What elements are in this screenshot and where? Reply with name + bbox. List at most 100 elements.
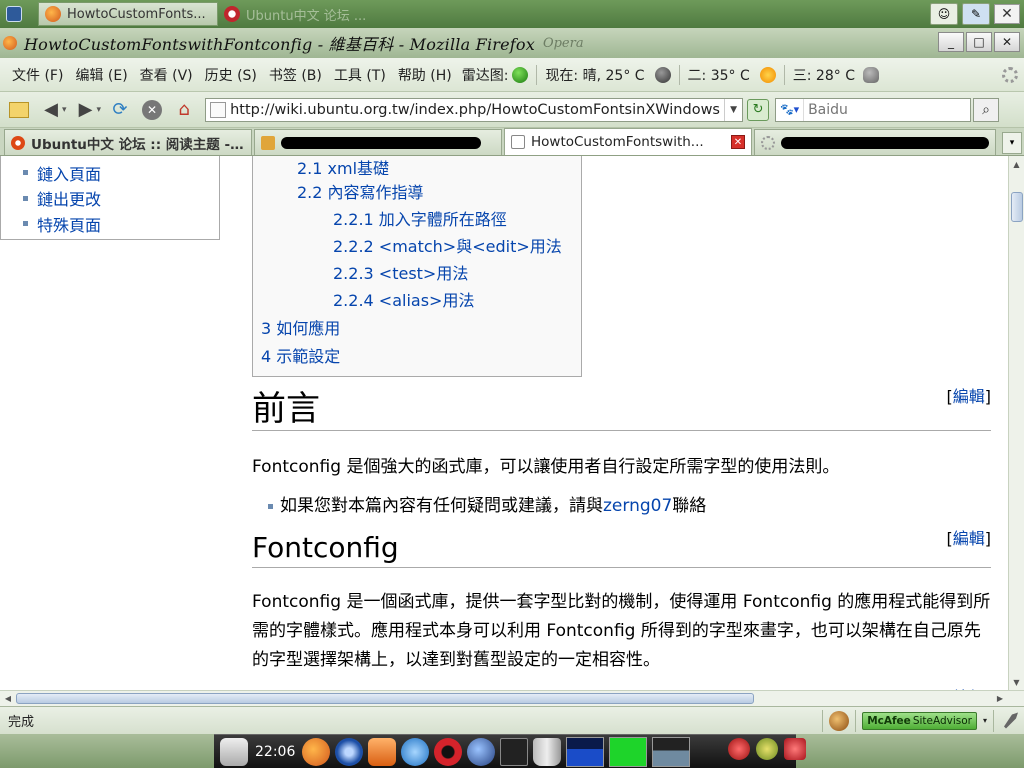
ubuntu-icon <box>11 135 25 150</box>
menu-view[interactable]: 查看 (V) <box>134 65 199 85</box>
minimize-button[interactable]: _ <box>938 32 964 52</box>
menu-bookmarks[interactable]: 书签 (B) <box>263 65 328 85</box>
toc-entry[interactable]: 2.2.4 <alias>用法 <box>333 287 474 311</box>
horizontal-scroll-thumb[interactable] <box>16 693 754 704</box>
weather-now[interactable]: 现在: 晴, 25° C <box>541 65 674 85</box>
status-bar: 完成 McAfee SiteAdvisor ▾ <box>0 706 1024 734</box>
tray-app-icon[interactable]: ☺ <box>930 3 958 25</box>
moon-icon <box>654 66 671 83</box>
trash-icon[interactable] <box>533 737 562 766</box>
home-folder-icon[interactable] <box>368 737 397 766</box>
user-link[interactable]: zerng07 <box>603 496 672 516</box>
weather-radar[interactable]: 雷达图: <box>458 65 533 85</box>
forward-button[interactable]: ▶ <box>73 97 99 123</box>
tab-howto-fonts[interactable]: HowtoCustomFontswith... ✕ <box>504 128 752 155</box>
calendar-icon[interactable] <box>220 737 248 766</box>
status-text: 完成 <box>8 715 35 730</box>
toolbox-link-specialpages[interactable]: 特殊頁面 <box>23 211 219 237</box>
section-heading: 前言 <box>252 389 991 431</box>
reload-button[interactable]: ⟳ <box>107 97 133 123</box>
scroll-right-icon[interactable]: ▶ <box>992 691 1008 706</box>
weather-day2[interactable]: 二: 35° C <box>684 65 780 85</box>
toc-entry[interactable]: 2.2.2 <match>與<edit>用法 <box>333 233 562 257</box>
back-history-dropdown[interactable]: ▾ <box>62 105 67 115</box>
go-button[interactable]: ↻ <box>747 98 770 121</box>
navigation-toolbar: ◀ ▾ ▶ ▾ ⟳ ✕ ⌂ ▼ ↻ 🐾▾ ⌕ <box>0 92 1024 128</box>
menu-history[interactable]: 历史 (S) <box>199 65 263 85</box>
radar-label: 雷达图: <box>461 67 509 84</box>
show-desktop-button[interactable] <box>0 2 34 26</box>
search-button[interactable]: ⌕ <box>973 97 1000 122</box>
open-sidebar-button[interactable] <box>6 97 32 123</box>
stop-button-wrap[interactable]: ✕ <box>139 97 165 123</box>
menu-edit[interactable]: 编辑 (E) <box>69 65 133 85</box>
mascot-icon[interactable] <box>756 738 778 760</box>
firefox-icon[interactable] <box>302 737 331 766</box>
taskbar-task-firefox[interactable]: HowtoCustomFonts... <box>38 2 218 26</box>
siteadvisor-dropdown[interactable]: ▾ <box>983 716 987 725</box>
tray-app-icon[interactable]: ✎ <box>962 3 990 25</box>
extension-icon[interactable] <box>829 710 850 731</box>
firefox-icon <box>3 36 17 50</box>
thunderbird-icon[interactable] <box>467 737 496 766</box>
close-window-button[interactable]: ✕ <box>994 32 1020 52</box>
taskbar-task-label: Ubuntu中文 论坛 ... <box>246 8 367 24</box>
taskbar-task-opera[interactable]: Ubuntu中文 论坛 ... <box>218 2 378 26</box>
weather-day3[interactable]: 三: 28° C <box>789 65 883 85</box>
siteadvisor-button[interactable]: McAfee SiteAdvisor <box>862 711 977 730</box>
redaction-mark <box>281 136 481 149</box>
forward-history-dropdown[interactable]: ▾ <box>97 105 102 115</box>
tab-list-button[interactable]: ▾ <box>1002 132 1022 154</box>
taskbar-task-label: HowtoCustomFonts... <box>67 6 206 22</box>
close-icon[interactable]: ✕ <box>994 4 1020 24</box>
menu-file[interactable]: 文件 (F) <box>6 65 69 85</box>
go-arrow-icon: ↻ <box>752 102 764 117</box>
tab-redacted[interactable] <box>254 129 502 155</box>
opera-icon[interactable] <box>434 737 463 766</box>
weather-day2-label: 二: 35° C <box>687 67 750 84</box>
toc-entry[interactable]: 2.2.1 加入字體所在路徑 <box>333 206 507 230</box>
separator <box>822 709 824 732</box>
ruby-icon[interactable] <box>784 738 806 760</box>
back-button[interactable]: ◀ <box>38 97 64 123</box>
bullet-text: 如果您對本篇內容有任何疑問或建議，請與 <box>280 496 603 516</box>
scroll-down-icon[interactable]: ▼ <box>1009 674 1024 690</box>
toc-entry[interactable]: 2.2.3 <test>用法 <box>333 260 468 284</box>
home-button[interactable]: ⌂ <box>171 97 197 123</box>
menu-help[interactable]: 帮助 (H) <box>392 65 458 85</box>
toolbox-link-recentchangeslinked[interactable]: 鏈出更改 <box>23 186 219 212</box>
toc-entry[interactable]: 2.2 內容寫作指導 <box>297 179 424 203</box>
separator <box>783 64 785 85</box>
vertical-scrollbar[interactable]: ▲ ▼ <box>1008 156 1024 690</box>
window-title: HowtoCustomFontswithFontconfig - 維基百科 - … <box>24 35 535 54</box>
horizontal-scrollbar[interactable]: ◀ ▶ <box>0 690 1024 706</box>
scroll-up-icon[interactable]: ▲ <box>1009 156 1024 172</box>
magnifier-icon: ⌕ <box>982 101 990 118</box>
terminal-icon[interactable] <box>500 737 529 766</box>
network-globe-icon[interactable] <box>401 737 430 766</box>
menu-tools[interactable]: 工具 (T) <box>328 65 392 85</box>
volume-icon[interactable] <box>728 738 750 760</box>
tool-icon[interactable] <box>1004 712 1018 729</box>
url-input[interactable] <box>230 101 725 118</box>
cpu-graph <box>566 736 605 767</box>
window-titlebar[interactable]: HowtoCustomFontswithFontconfig - 維基百科 - … <box>0 28 1024 58</box>
home-icon: ⌂ <box>178 99 190 120</box>
tab-close-icon[interactable]: ✕ <box>731 135 745 149</box>
scroll-left-icon[interactable]: ◀ <box>0 691 16 706</box>
toolbox-link-whatlinkshere[interactable]: 鏈入頁面 <box>23 160 219 186</box>
toc-entry[interactable]: 4 示範設定 <box>261 343 340 367</box>
tab-redacted[interactable] <box>754 129 996 155</box>
maximize-button[interactable]: □ <box>966 32 992 52</box>
toc-entry[interactable]: 3 如何應用 <box>261 315 340 339</box>
dock-tray <box>728 738 806 760</box>
reload-icon: ⟳ <box>112 99 128 120</box>
menu-bar: 文件 (F) 编辑 (E) 查看 (V) 历史 (S) 书签 (B) 工具 (T… <box>0 58 1024 92</box>
vertical-scroll-thumb[interactable] <box>1011 192 1023 222</box>
toc-entry[interactable]: 2.1 xml基礎 <box>297 156 389 179</box>
tab-ubuntu-forum[interactable]: Ubuntu中文 论坛 :: 阅读主题 -... <box>4 129 252 155</box>
url-history-dropdown[interactable]: ▼ <box>724 98 742 121</box>
search-input[interactable] <box>804 101 971 118</box>
search-engine-selector[interactable]: 🐾▾ <box>776 98 805 121</box>
browser-icon[interactable] <box>335 737 364 766</box>
